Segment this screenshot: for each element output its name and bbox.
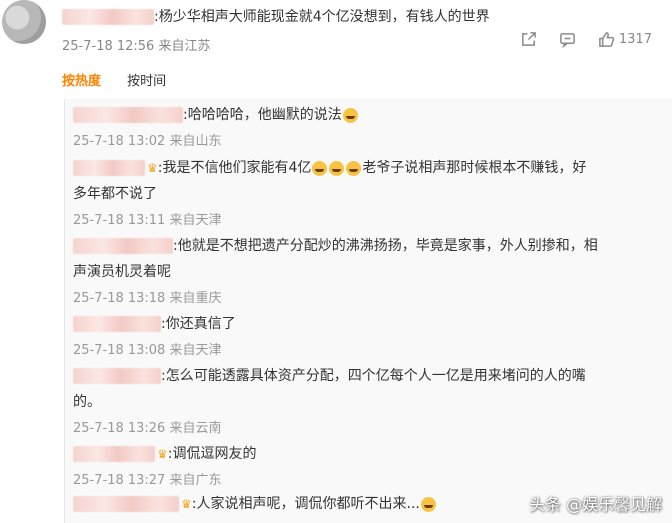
main-comment-text: :杨少华相声大师能现金就4个亿没想到，有钱人的世界 (154, 9, 490, 25)
reply-meta: 25-7-18 13:26 来自云南 (73, 421, 222, 436)
reply-meta: 25-7-18 13:27 来自广东 (73, 473, 222, 488)
main-comment-meta: 25-7-18 12:56 来自江苏 (62, 35, 211, 54)
tab-sort-time[interactable]: 按时间 (127, 70, 166, 89)
comment-icon (560, 33, 575, 48)
reply-item: :哈哈哈哈，他幽默的说法 25-7-18 13:02 来自山东 (73, 102, 663, 149)
cry-laugh-emoji-icon (346, 160, 362, 176)
comment-actions: 1317 (520, 31, 652, 48)
crown-icon: ♛ (157, 447, 168, 461)
username-redacted[interactable] (73, 446, 155, 462)
reply-text: ♛:我是不信他们家能有4亿 老爷子说相声那时候根本不赚钱，好 多年都不说了 (73, 155, 663, 207)
reply-text: :哈哈哈哈，他幽默的说法 (73, 102, 663, 128)
laugh-emoji-icon (420, 496, 436, 512)
reply-item: :你还真信了 25-7-18 13:08 来自天津 (73, 311, 663, 358)
username-redacted[interactable] (73, 107, 183, 123)
reply-meta: 25-7-18 13:18 来自重庆 (73, 291, 222, 306)
comment-button[interactable] (559, 31, 576, 48)
cry-laugh-emoji-icon (329, 160, 345, 176)
reply-item: ♛:我是不信他们家能有4亿 老爷子说相声那时候根本不赚钱，好 多年都不说了 25-7… (73, 155, 663, 228)
reply-meta: 25-7-18 13:08 来自天津 (73, 343, 222, 358)
cry-laugh-emoji-icon (312, 160, 328, 176)
like-button[interactable]: 1317 (598, 31, 652, 48)
username-redacted[interactable] (73, 496, 179, 512)
reply-text: :他就是不想把遗产分配炒的沸沸扬扬，毕竟是家事，外人别掺和，相 声演员机灵着呢 (73, 238, 598, 280)
watermark: 头条 @娱乐馨见解 (528, 495, 662, 514)
reply-item: ♛:调侃逗网友的 25-7-18 13:27 来自广东 (73, 441, 663, 488)
username-redacted[interactable] (73, 368, 161, 384)
reply-item: :他就是不想把遗产分配炒的沸沸扬扬，毕竟是家事，外人别掺和，相 声演员机灵着呢 2… (73, 233, 663, 306)
thumbs-up-icon (599, 32, 615, 47)
share-icon (521, 32, 536, 46)
reply-meta: 25-7-18 13:11 来自天津 (73, 213, 222, 228)
like-count: 1317 (618, 32, 652, 47)
timestamp: 25-7-18 12:56 (62, 39, 155, 54)
username-redacted[interactable] (73, 160, 145, 176)
main-comment: :杨少华相声大师能现金就4个亿没想到，有钱人的世界 25-7-18 12:56 … (0, 0, 672, 70)
share-button[interactable] (520, 31, 537, 48)
crown-icon: ♛ (181, 497, 192, 511)
reply-list: :哈哈哈哈，他幽默的说法 25-7-18 13:02 来自山东 ♛:我是不信他们… (64, 99, 672, 523)
sort-tabs: 按热度 按时间 (62, 70, 188, 89)
main-comment-body: :杨少华相声大师能现金就4个亿没想到，有钱人的世界 (62, 6, 490, 26)
reply-text: :怎么可能透露具体资产分配，四个亿每个人一亿是用来堵问的人的嘴 的。 (73, 368, 586, 410)
reply-meta: 25-7-18 13:02 来自山东 (73, 134, 222, 149)
tab-sort-hot[interactable]: 按热度 (62, 70, 101, 89)
reply-item: :怎么可能透露具体资产分配，四个亿每个人一亿是用来堵问的人的嘴 的。 25-7-1… (73, 363, 663, 436)
laugh-emoji-icon (342, 107, 358, 123)
avatar[interactable] (2, 0, 46, 44)
reply-text: :你还真信了 (73, 311, 663, 337)
username-redacted[interactable] (73, 316, 161, 332)
location: 来自江苏 (158, 39, 211, 54)
crown-icon: ♛ (147, 161, 158, 175)
username-redacted[interactable] (62, 9, 154, 25)
reply-text: ♛:调侃逗网友的 (73, 441, 663, 467)
username-redacted[interactable] (73, 238, 173, 254)
